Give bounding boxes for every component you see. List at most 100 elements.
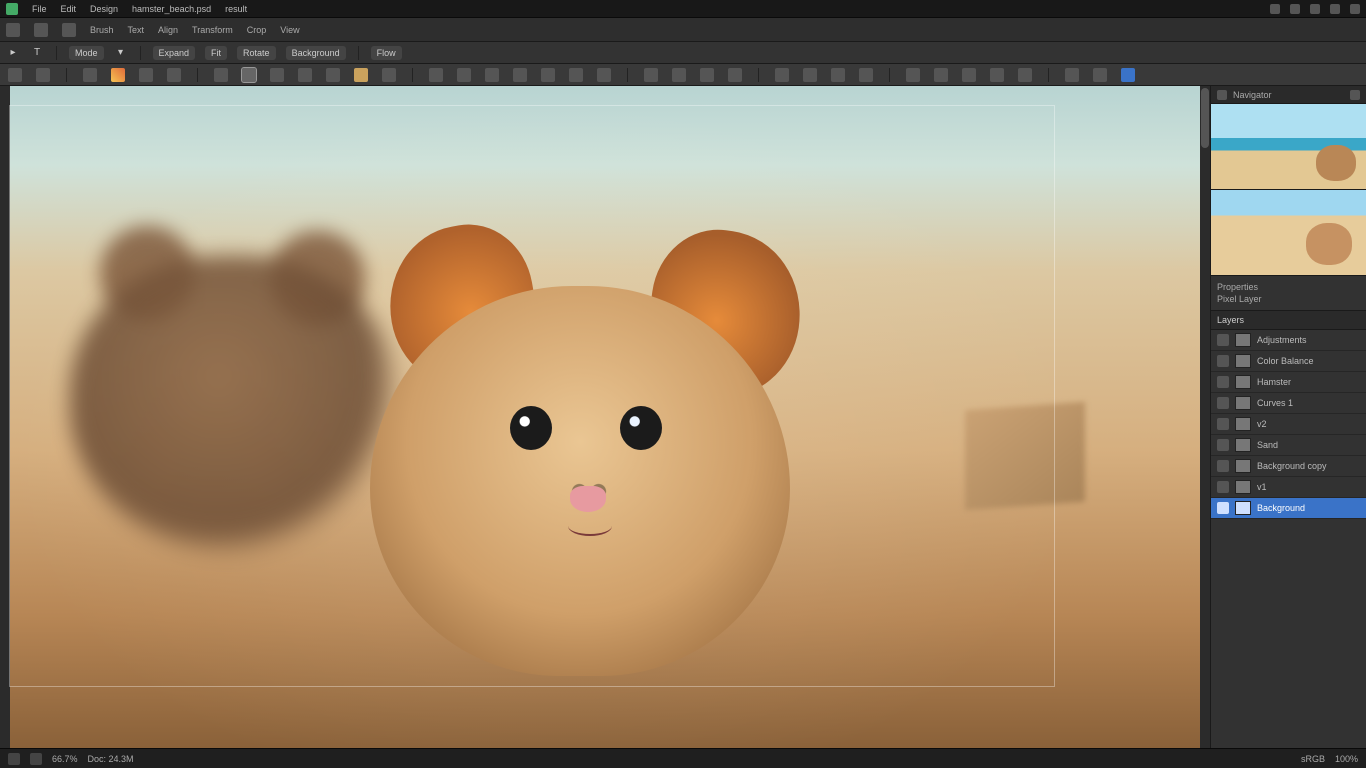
crop-icon[interactable]: [214, 68, 228, 82]
textcursor-icon[interactable]: T: [30, 46, 44, 60]
secondary-tab[interactable]: result: [225, 4, 247, 14]
layer-row[interactable]: Background: [1211, 498, 1366, 519]
properties-panel: Properties Pixel Layer: [1211, 276, 1366, 311]
flip-icon[interactable]: [728, 68, 742, 82]
dodge-icon[interactable]: [485, 68, 499, 82]
zoom-icon[interactable]: [597, 68, 611, 82]
color-icon[interactable]: [111, 68, 125, 82]
ribbon-view[interactable]: View: [280, 25, 299, 35]
menu-file[interactable]: File: [32, 4, 47, 14]
adjust-icon[interactable]: [1217, 334, 1229, 346]
lock-icon[interactable]: [831, 68, 845, 82]
filters-icon[interactable]: [990, 68, 1004, 82]
chevron-down-icon[interactable]: ▾: [114, 46, 128, 60]
menu-bar: File Edit Design hamster_beach.psd resul…: [0, 0, 1366, 18]
layer-row[interactable]: Background copy: [1211, 456, 1366, 477]
expand-button[interactable]: Expand: [153, 46, 196, 60]
curves-icon[interactable]: [1217, 397, 1229, 409]
menu-design[interactable]: Design: [90, 4, 118, 14]
scrollbar-thumb[interactable]: [1201, 88, 1209, 148]
ribbon-brush[interactable]: Brush: [90, 25, 114, 35]
heal-icon[interactable]: [382, 68, 396, 82]
bg-button[interactable]: Background: [286, 46, 346, 60]
layer-row[interactable]: Sand: [1211, 435, 1366, 456]
eraser-icon[interactable]: [139, 68, 153, 82]
sharpen-icon[interactable]: [457, 68, 471, 82]
layer-thumb: [1235, 480, 1251, 494]
thumbnail-2[interactable]: [1211, 190, 1366, 276]
layer-icon[interactable]: [859, 68, 873, 82]
pen-icon[interactable]: [513, 68, 527, 82]
clone-icon[interactable]: [354, 68, 368, 82]
eye-icon[interactable]: [1217, 376, 1229, 388]
blur-icon[interactable]: [429, 68, 443, 82]
align-center-icon[interactable]: [672, 68, 686, 82]
thumbnail-1[interactable]: [1211, 104, 1366, 190]
layer-thumb: [1235, 501, 1251, 515]
cloud-icon[interactable]: [1270, 4, 1280, 14]
recent-icon[interactable]: [62, 23, 76, 37]
layer-row[interactable]: Hamster: [1211, 372, 1366, 393]
vertical-scrollbar[interactable]: [1200, 86, 1210, 748]
mode-dropdown[interactable]: Mode: [69, 46, 104, 60]
app-logo-icon: [6, 3, 18, 15]
layer-row[interactable]: Color Balance: [1211, 351, 1366, 372]
layer-row[interactable]: v1: [1211, 477, 1366, 498]
eye-icon[interactable]: [1217, 502, 1229, 514]
fill-icon[interactable]: [326, 68, 340, 82]
window-close-icon[interactable]: [1350, 4, 1360, 14]
flow-button[interactable]: Flow: [371, 46, 402, 60]
hand-icon[interactable]: [569, 68, 583, 82]
home-icon[interactable]: [6, 23, 20, 37]
window-max-icon[interactable]: [1330, 4, 1340, 14]
layer-row[interactable]: Curves 1: [1211, 393, 1366, 414]
lasso-icon[interactable]: [83, 68, 97, 82]
preset-c-icon[interactable]: [1121, 68, 1135, 82]
align-left-icon[interactable]: [644, 68, 658, 82]
link-icon[interactable]: [803, 68, 817, 82]
menu-edit[interactable]: Edit: [61, 4, 77, 14]
eyedropper-icon[interactable]: [298, 68, 312, 82]
navigator-title: Navigator: [1233, 90, 1272, 100]
ribbon-crop[interactable]: Crop: [247, 25, 267, 35]
grid-icon[interactable]: [242, 68, 256, 82]
ruler-icon[interactable]: [270, 68, 284, 82]
move-icon[interactable]: [8, 68, 22, 82]
canvas-area[interactable]: [0, 86, 1210, 748]
panel-menu-icon[interactable]: [1350, 90, 1360, 100]
search-icon[interactable]: [1290, 4, 1300, 14]
preset-b-icon[interactable]: [1093, 68, 1107, 82]
cursor-icon[interactable]: ▸: [6, 46, 20, 60]
navigator-header[interactable]: Navigator: [1211, 86, 1366, 104]
layer-label: v2: [1257, 419, 1267, 429]
rotate-button[interactable]: Rotate: [237, 46, 276, 60]
fit-button[interactable]: Fit: [205, 46, 227, 60]
window-min-icon[interactable]: [1310, 4, 1320, 14]
path-icon[interactable]: [541, 68, 555, 82]
swatch-icon[interactable]: [34, 23, 48, 37]
layer-row[interactable]: Adjustments: [1211, 330, 1366, 351]
preset-a-icon[interactable]: [1065, 68, 1079, 82]
eye-icon[interactable]: [1217, 481, 1229, 493]
text-icon[interactable]: [36, 68, 50, 82]
settings-icon[interactable]: [906, 68, 920, 82]
status-tool-icon: [8, 753, 20, 765]
balance-icon[interactable]: [1217, 355, 1229, 367]
ribbon-transform[interactable]: Transform: [192, 25, 233, 35]
doc-tab[interactable]: hamster_beach.psd: [132, 4, 211, 14]
layer-row[interactable]: v2: [1211, 414, 1366, 435]
canvas-frame: [10, 106, 1054, 686]
eye-icon[interactable]: [1217, 439, 1229, 451]
more-icon[interactable]: [1018, 68, 1032, 82]
eye-icon[interactable]: [1217, 460, 1229, 472]
ribbon-text[interactable]: Text: [128, 25, 145, 35]
mask-icon[interactable]: [775, 68, 789, 82]
eye-icon[interactable]: [1217, 418, 1229, 430]
ribbon-align[interactable]: Align: [158, 25, 178, 35]
status-zoom[interactable]: 66.7%: [52, 754, 78, 764]
rotate-icon[interactable]: [700, 68, 714, 82]
gear-icon[interactable]: [934, 68, 948, 82]
plugin-icon[interactable]: [962, 68, 976, 82]
layers-header[interactable]: Layers: [1211, 311, 1366, 330]
shape-icon[interactable]: [167, 68, 181, 82]
